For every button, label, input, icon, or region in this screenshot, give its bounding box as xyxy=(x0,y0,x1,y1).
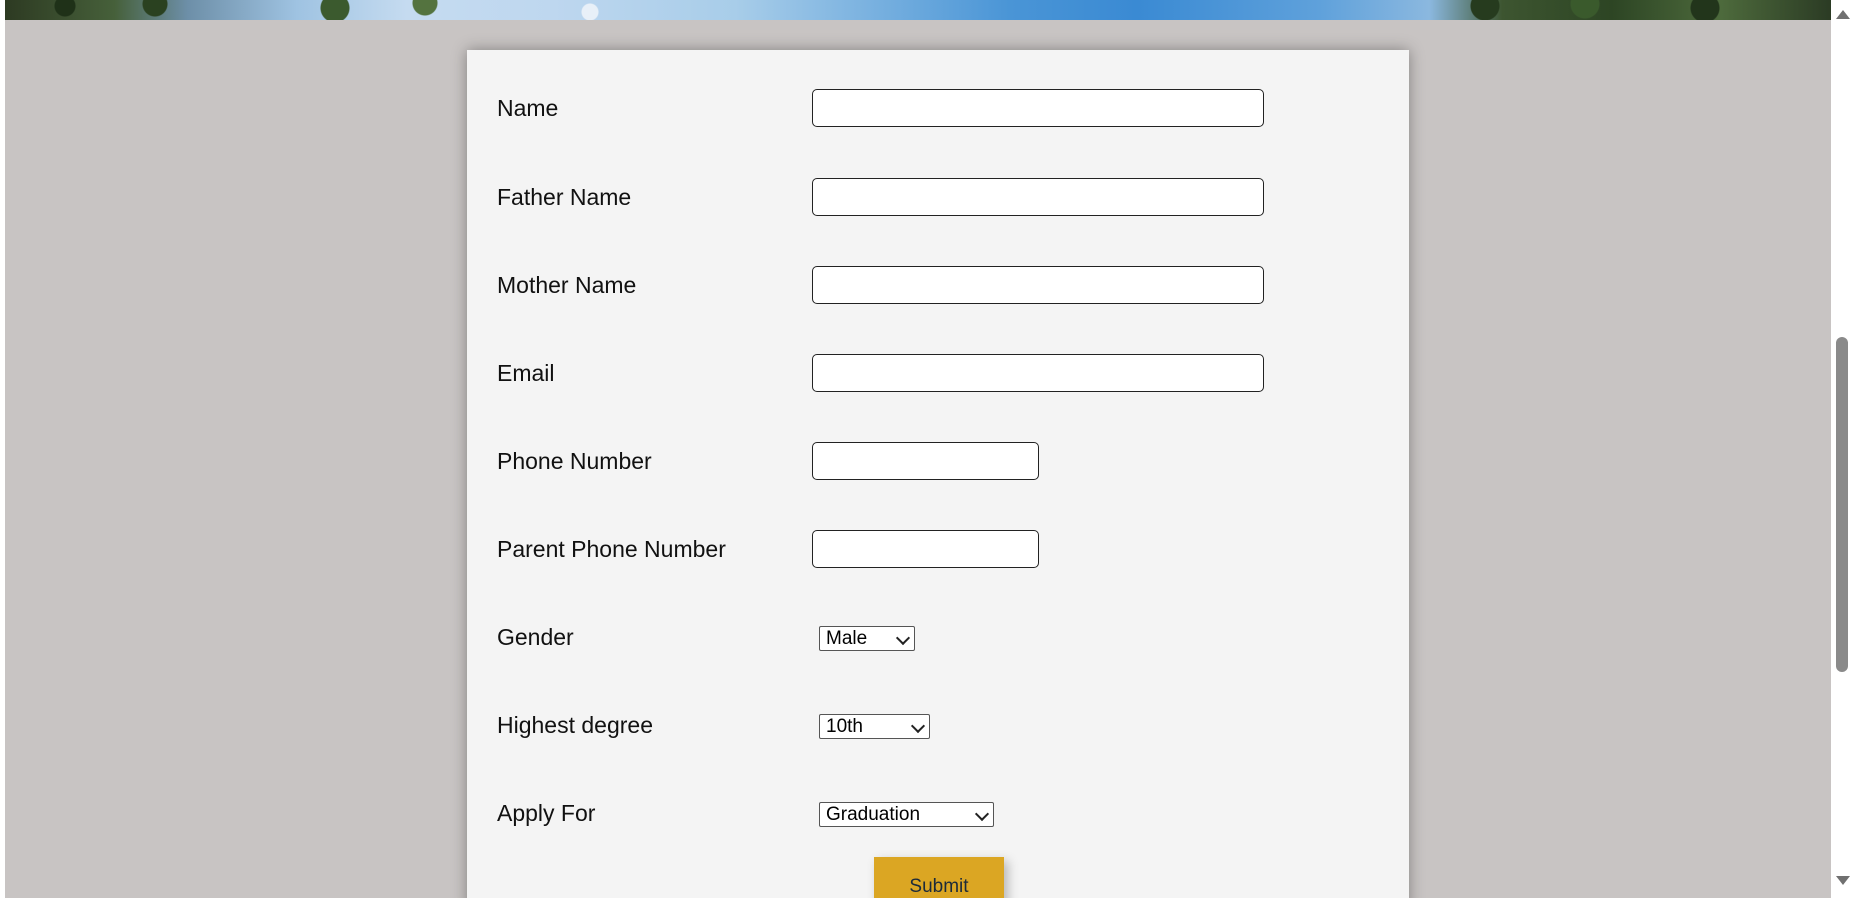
degree-select[interactable]: 10th xyxy=(819,714,930,739)
apply-for-select[interactable]: Graduation xyxy=(819,802,994,827)
mother-name-input[interactable] xyxy=(812,266,1264,304)
degree-label: Highest degree xyxy=(497,712,653,738)
phone-label: Phone Number xyxy=(497,448,652,474)
chevron-down-icon xyxy=(910,718,926,734)
phone-input[interactable] xyxy=(812,442,1039,480)
email-input[interactable] xyxy=(812,354,1264,392)
name-label: Name xyxy=(497,95,559,121)
email-label: Email xyxy=(497,360,555,386)
form-row-parent-phone: Parent Phone Number xyxy=(467,530,1409,574)
father-name-input[interactable] xyxy=(812,178,1264,216)
form-row-phone: Phone Number xyxy=(467,442,1409,486)
page-background: Name Father Name Mother Name Email Phone… xyxy=(5,0,1831,898)
mother-name-label: Mother Name xyxy=(497,272,637,298)
submit-button[interactable]: Submit xyxy=(874,857,1004,898)
name-input[interactable] xyxy=(812,89,1264,127)
gender-label: Gender xyxy=(497,624,574,650)
gender-select[interactable]: Male xyxy=(819,626,915,651)
admission-form: Name Father Name Mother Name Email Phone… xyxy=(467,50,1409,898)
parent-phone-input[interactable] xyxy=(812,530,1039,568)
header-banner-image xyxy=(5,0,1831,20)
form-row-mother-name: Mother Name xyxy=(467,266,1409,310)
apply-for-select-value: Graduation xyxy=(826,804,921,825)
scrollbar-thumb[interactable] xyxy=(1836,337,1848,672)
form-row-name: Name xyxy=(467,89,1409,133)
apply-for-label: Apply For xyxy=(497,800,596,826)
form-row-apply-for: Apply For Graduation xyxy=(467,794,1409,838)
banner-foliage xyxy=(5,0,1831,20)
chevron-down-icon xyxy=(974,806,990,822)
chevron-down-icon xyxy=(895,630,911,646)
degree-select-value: 10th xyxy=(826,716,863,737)
gender-select-value: Male xyxy=(826,628,868,649)
parent-phone-label: Parent Phone Number xyxy=(497,536,726,562)
form-row-gender: Gender Male xyxy=(467,618,1409,662)
vertical-scrollbar[interactable] xyxy=(1831,0,1854,898)
form-row-father-name: Father Name xyxy=(467,178,1409,222)
scroll-down-arrow-icon[interactable] xyxy=(1836,876,1850,885)
scroll-up-arrow-icon[interactable] xyxy=(1836,10,1850,19)
form-row-degree: Highest degree 10th xyxy=(467,706,1409,750)
father-name-label: Father Name xyxy=(497,184,632,210)
form-row-email: Email xyxy=(467,354,1409,398)
window-bottom-edge xyxy=(0,898,1854,903)
